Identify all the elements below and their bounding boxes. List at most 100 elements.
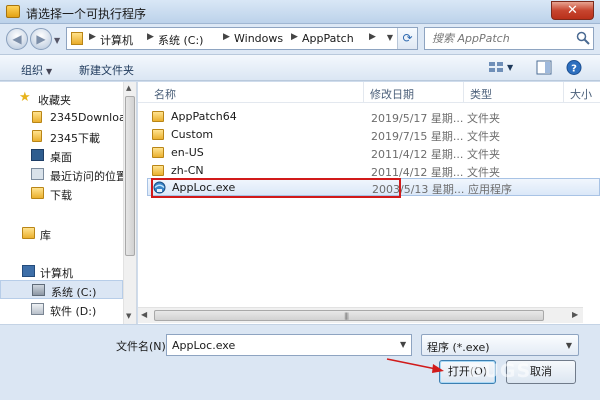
library-icon xyxy=(22,227,35,239)
nav-item-drive-d[interactable]: 软件 (D:) xyxy=(0,300,123,319)
scrollbar-thumb[interactable] xyxy=(125,96,135,256)
nav-scrollbar[interactable]: ▲ ▼ xyxy=(123,82,136,324)
nav-item-favorites[interactable]: ★ 收藏夹 xyxy=(0,89,123,108)
file-name: AppLoc.exe xyxy=(172,181,236,194)
breadcrumb-windows[interactable]: Windows xyxy=(234,32,283,45)
file-date: 2011/4/12 星期... xyxy=(371,148,464,161)
file-name: zh-CN xyxy=(171,164,204,177)
search-box[interactable] xyxy=(424,27,594,50)
filename-label: 文件名(N): xyxy=(116,340,170,353)
nav-label: 软件 (D:) xyxy=(50,305,97,318)
filename-input[interactable] xyxy=(166,334,412,356)
desktop-icon xyxy=(31,149,44,161)
nav-item-recent-places[interactable]: 最近访问的位置 xyxy=(0,165,123,184)
refresh-icon[interactable]: ⟳ xyxy=(397,28,417,49)
horizontal-scrollbar[interactable]: ◀ ||| ▶ xyxy=(138,307,583,323)
column-header-size[interactable]: 大小 xyxy=(564,82,600,102)
star-icon: ★ xyxy=(19,90,31,105)
file-type: 文件夹 xyxy=(467,130,500,143)
chevron-right-icon[interactable]: ▶ xyxy=(223,32,230,42)
column-header-type[interactable]: 类型 xyxy=(464,82,564,102)
toolbar: 组织 ▼ 新建文件夹 ▼ ? xyxy=(0,54,600,81)
nav-item-desktop[interactable]: 桌面 xyxy=(0,146,123,165)
scroll-left-icon[interactable]: ◀ xyxy=(141,310,147,319)
close-button[interactable]: ✕ xyxy=(551,1,594,20)
breadcrumb-drive-c[interactable]: 系统 (C:) xyxy=(158,32,203,48)
scroll-right-icon[interactable]: ▶ xyxy=(572,310,578,319)
search-icon[interactable] xyxy=(576,31,590,45)
nav-label: 库 xyxy=(40,229,51,242)
file-type-filter[interactable]: 程序 (*.exe) ▼ xyxy=(421,334,579,356)
organize-label: 组织 xyxy=(21,64,43,77)
breadcrumb-apppatch[interactable]: AppPatch xyxy=(302,32,354,45)
title-bar: 请选择一个可执行程序 ✕ xyxy=(0,0,600,24)
scroll-up-icon[interactable]: ▲ xyxy=(126,84,131,92)
application-icon xyxy=(153,181,166,194)
help-icon[interactable]: ? xyxy=(566,60,582,75)
chevron-right-icon[interactable]: ▶ xyxy=(369,32,376,42)
list-item[interactable]: Custom 2019/7/15 星期... 文件夹 xyxy=(147,126,600,144)
address-bar[interactable]: ▶ 计算机 ▶ 系统 (C:) ▶ Windows ▶ AppPatch ▶ ▼… xyxy=(66,27,418,50)
file-date: 2019/5/17 星期... xyxy=(371,112,464,125)
window-title: 请选择一个可执行程序 xyxy=(26,7,147,21)
file-name: AppPatch64 xyxy=(171,110,237,123)
search-input[interactable] xyxy=(425,28,575,49)
column-label: 类型 xyxy=(470,88,492,101)
folder-icon xyxy=(32,130,42,142)
drive-icon xyxy=(31,303,44,315)
chevron-right-icon[interactable]: ▶ xyxy=(291,32,298,42)
folder-icon xyxy=(71,32,83,45)
list-item[interactable]: AppPatch64 2019/5/17 星期... 文件夹 xyxy=(147,108,600,126)
file-date: 2019/7/15 星期... xyxy=(371,130,464,143)
chevron-right-icon[interactable]: ▶ xyxy=(89,32,96,42)
preview-pane-icon[interactable] xyxy=(536,60,552,75)
view-options-icon[interactable] xyxy=(488,60,504,75)
file-name: en-US xyxy=(171,146,204,159)
forward-button[interactable]: ▶ xyxy=(30,28,52,50)
scrollbar-thumb[interactable] xyxy=(154,310,544,321)
breadcrumb-computer[interactable]: 计算机 xyxy=(100,32,133,48)
nav-label: 系统 (C:) xyxy=(51,286,97,299)
header-divider xyxy=(138,102,600,103)
nav-item-2345-download-cn[interactable]: 2345下載 xyxy=(0,127,123,146)
list-item[interactable]: en-US 2011/4/12 星期... 文件夹 xyxy=(147,144,600,162)
list-item-selected[interactable]: AppLoc.exe 2003/5/13 星期... 应用程序 xyxy=(147,178,600,196)
svg-text:?: ? xyxy=(571,64,577,75)
view-dropdown-icon[interactable]: ▼ xyxy=(507,63,513,72)
column-header-modified[interactable]: 修改日期 xyxy=(364,82,464,102)
organize-menu[interactable]: 组织 ▼ xyxy=(21,62,52,78)
chevron-down-icon: ▼ xyxy=(565,341,572,350)
column-header-name[interactable]: 名称 xyxy=(148,82,364,102)
chevron-right-icon[interactable]: ▶ xyxy=(147,32,154,42)
recent-pages-dropdown[interactable]: ▼ xyxy=(54,36,60,45)
nav-item-drive-c[interactable]: 系统 (C:) xyxy=(0,280,123,299)
folder-icon xyxy=(152,129,164,140)
dialog-footer: 文件名(N): ▼ 程序 (*.exe) ▼ 打开(O) 取消 xyxy=(0,324,600,400)
nav-label: 收藏夹 xyxy=(38,94,71,107)
address-dropdown-icon[interactable]: ▼ xyxy=(387,33,393,42)
nav-label: 2345下載 xyxy=(50,132,100,145)
nav-label: 计算机 xyxy=(40,267,73,280)
new-folder-button[interactable]: 新建文件夹 xyxy=(79,62,134,78)
nav-item-libraries[interactable]: 库 xyxy=(0,224,123,243)
chevron-down-icon[interactable]: ▼ xyxy=(400,340,406,349)
navigation-pane: ★ 收藏夹 2345Downloads 2345下載 桌面 最近访问的位置 下载… xyxy=(0,82,137,324)
column-label: 名称 xyxy=(154,88,176,101)
nav-item-computer[interactable]: 计算机 xyxy=(0,262,123,281)
nav-label: 2345Downloads xyxy=(50,111,123,124)
back-button[interactable]: ◀ xyxy=(6,28,28,50)
column-label: 修改日期 xyxy=(370,88,414,101)
file-name: Custom xyxy=(171,128,214,141)
cancel-button[interactable]: 取消 xyxy=(506,360,576,384)
filter-value: 程序 (*.exe) xyxy=(427,341,490,354)
file-type: 文件夹 xyxy=(467,112,500,125)
file-type: 文件夹 xyxy=(467,148,500,161)
folder-icon xyxy=(152,147,164,158)
drive-icon xyxy=(32,284,45,296)
scroll-down-icon[interactable]: ▼ xyxy=(126,312,131,320)
file-list: 名称 修改日期 类型 大小 AppPatch64 2019/5/17 星期...… xyxy=(138,82,600,324)
nav-item-2345downloads[interactable]: 2345Downloads xyxy=(0,108,123,127)
nav-item-downloads[interactable]: 下载 xyxy=(0,184,123,203)
open-button[interactable]: 打开(O) xyxy=(439,360,496,384)
folder-icon xyxy=(152,165,164,176)
